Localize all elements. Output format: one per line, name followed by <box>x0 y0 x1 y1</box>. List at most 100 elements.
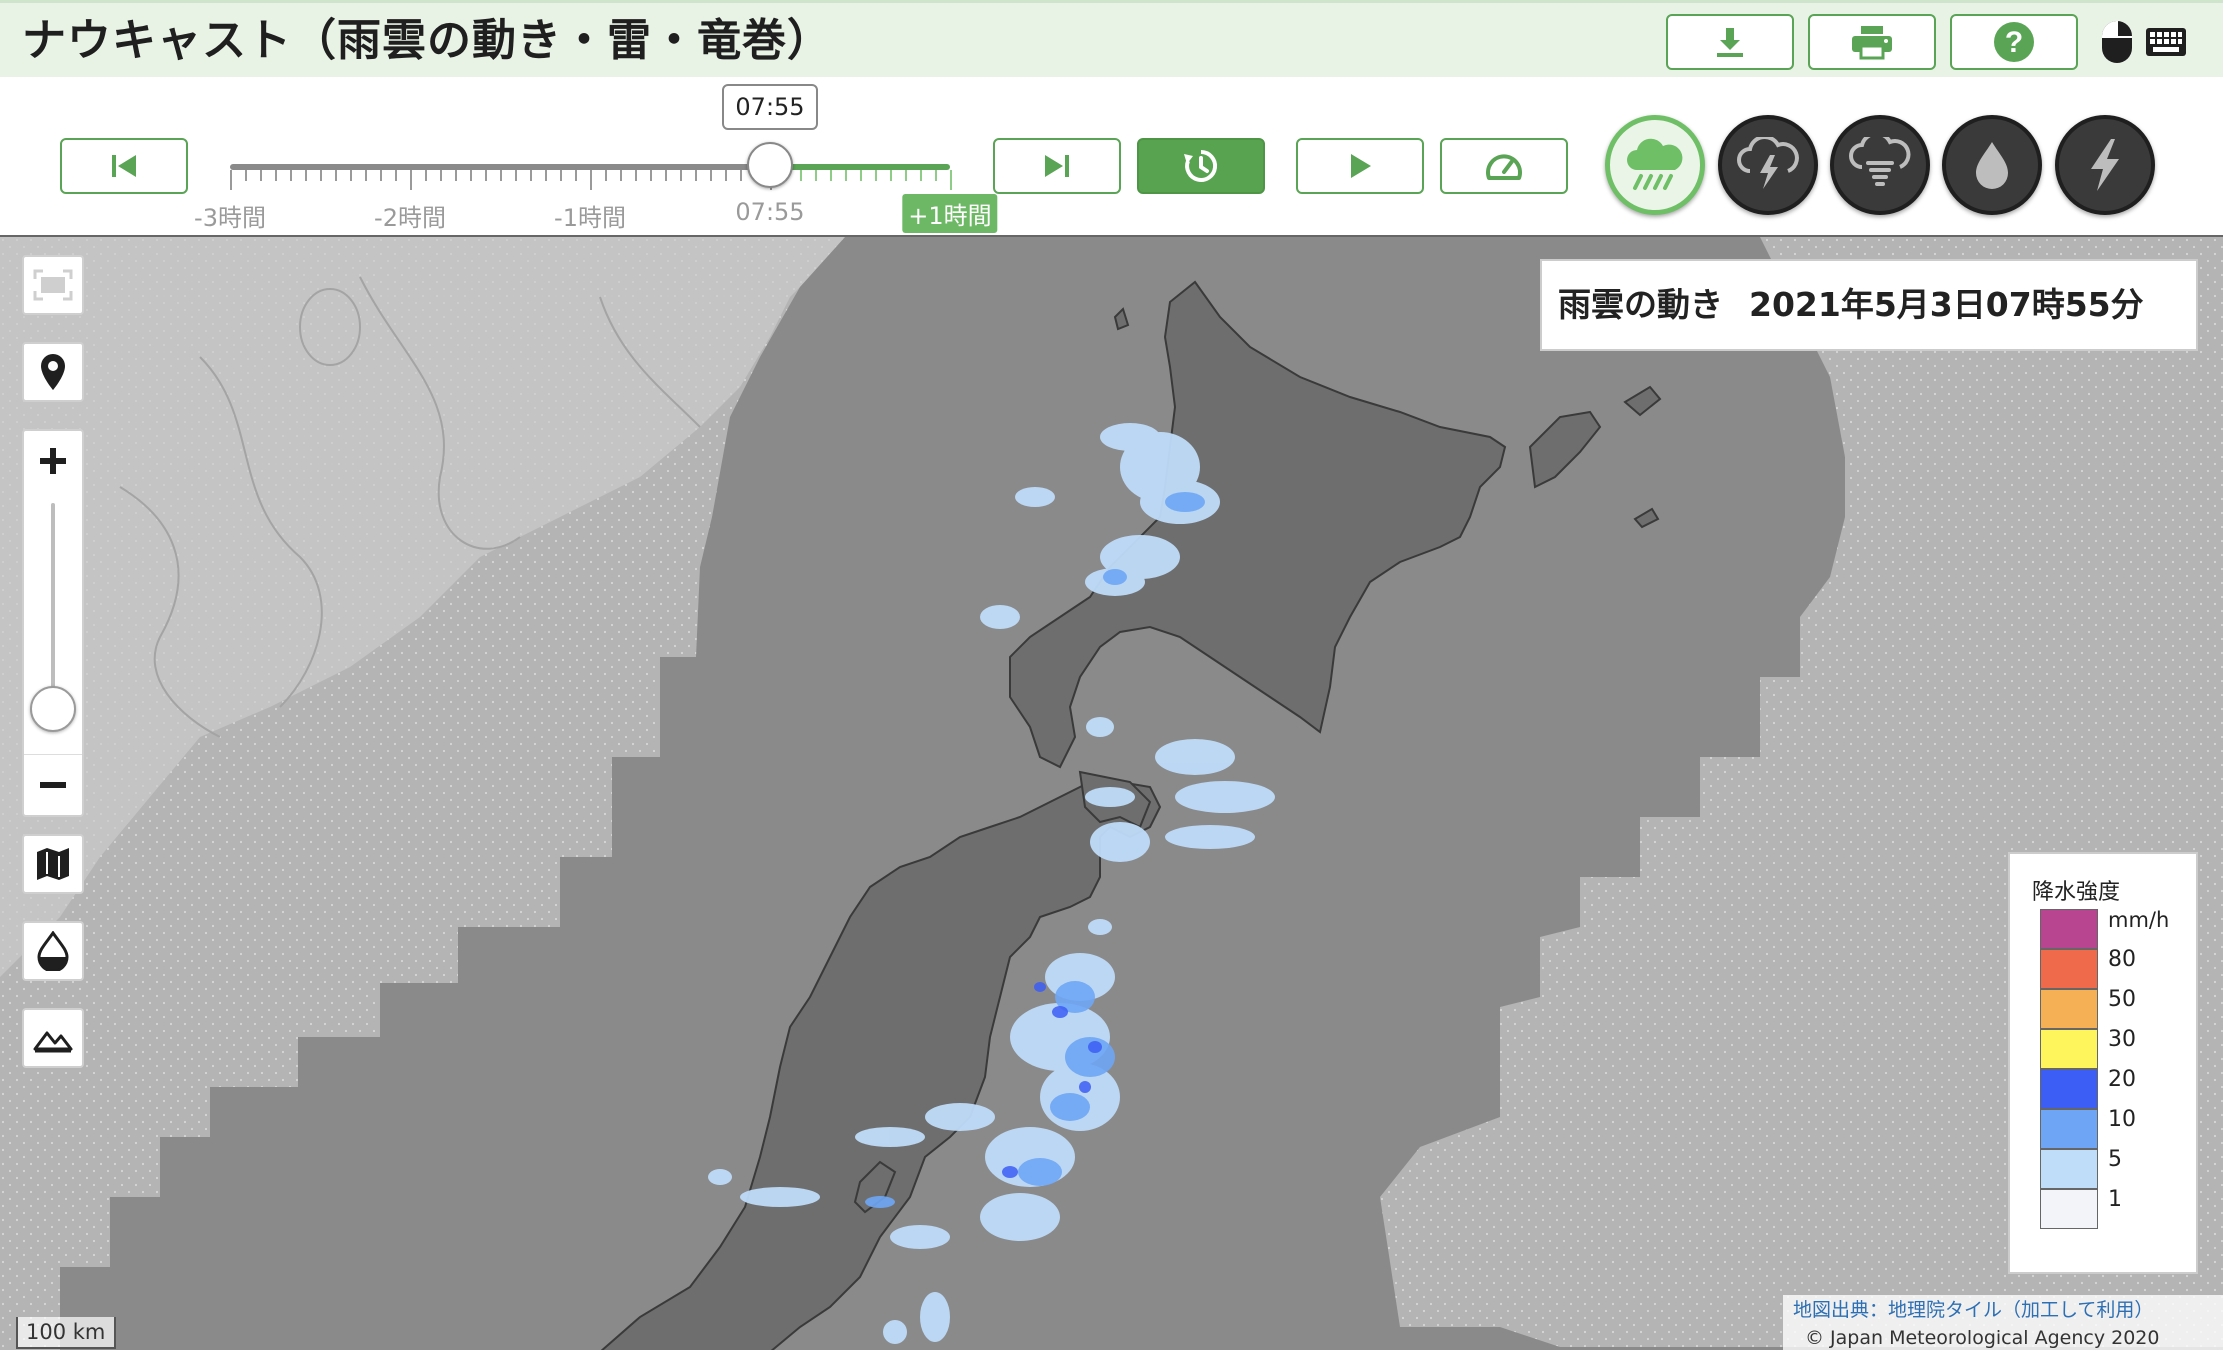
play-button[interactable] <box>1296 138 1424 194</box>
slider-tick <box>305 170 307 181</box>
slider-tick <box>860 170 862 181</box>
timeline-label: -2時間 <box>374 204 446 232</box>
slider-tick <box>680 170 682 181</box>
datetime-value: 2021年5月3日07時55分 <box>1749 285 2144 324</box>
slider-tick <box>380 170 382 181</box>
legend-label: 80 <box>2108 947 2136 972</box>
legend-swatch <box>2040 1029 2098 1069</box>
slider-tick <box>530 170 532 181</box>
thunder-cloud-icon <box>1737 137 1799 189</box>
zoom-in-button[interactable] <box>24 431 82 491</box>
attribution-source-link[interactable]: 地図出典：地理院タイル（加工して利用） <box>1793 1297 2153 1323</box>
zoom-out-button[interactable] <box>24 754 82 815</box>
header-bar: ナウキャスト（雨雲の動き・雷・竜巻） ? <box>0 0 2223 77</box>
mountain-icon <box>33 1031 73 1053</box>
layer-lightning-button[interactable] <box>2055 115 2155 215</box>
legend-label: 5 <box>2108 1147 2122 1172</box>
slider-tick <box>410 170 412 190</box>
layer-drop-button[interactable] <box>1942 115 2042 215</box>
legend-swatch <box>2040 989 2098 1029</box>
precipitation-legend: 降水強度 mm/h 80 50 30 20 10 5 1 <box>2008 852 2198 1274</box>
page-title: ナウキャスト（雨雲の動き・雷・竜巻） <box>22 15 832 66</box>
slider-tick <box>950 170 952 190</box>
legend-unit: mm/h <box>2108 908 2170 932</box>
slider-tick <box>920 170 922 181</box>
slider-tick <box>260 170 262 181</box>
legend-swatch <box>2040 1109 2098 1149</box>
zoom-slider-track[interactable] <box>51 503 55 703</box>
layer-tornado-button[interactable] <box>1830 115 1930 215</box>
tornado-cloud-icon <box>1849 137 1911 186</box>
layer-thunder-button[interactable] <box>1718 115 1818 215</box>
latest-button[interactable] <box>1137 138 1265 194</box>
legend-swatch <box>2040 1069 2098 1109</box>
slider-tick <box>620 170 622 181</box>
slider-tick <box>335 170 337 181</box>
current-time-tooltip: 07:55 <box>722 84 818 130</box>
slider-tick <box>740 170 742 181</box>
slider-tick <box>230 170 232 190</box>
slider-tick <box>830 170 832 181</box>
slider-tick <box>935 170 937 181</box>
first-frame-icon <box>112 155 136 177</box>
first-frame-button[interactable] <box>60 138 188 194</box>
slider-tick <box>275 170 277 181</box>
slider-thumb[interactable] <box>747 142 793 188</box>
slider-tick <box>890 170 892 181</box>
mouse-icon <box>2102 21 2132 63</box>
help-button[interactable]: ? <box>1950 14 2078 70</box>
basemap-button[interactable] <box>22 834 84 894</box>
timeline-label-future: +1時間 <box>902 194 998 233</box>
zoom-slider-handle[interactable] <box>30 686 76 732</box>
terrain-button[interactable] <box>22 1008 84 1068</box>
print-icon <box>1852 26 1892 60</box>
timeline-label: -1時間 <box>554 204 626 232</box>
legend-label: 50 <box>2108 987 2136 1012</box>
legend-title: 降水強度 <box>2032 880 2121 905</box>
plus-icon <box>40 448 66 474</box>
slider-tick <box>815 170 817 181</box>
slider-tick <box>290 170 292 181</box>
slider-tick <box>575 170 577 181</box>
slider-tick <box>485 170 487 181</box>
slider-tick <box>590 170 592 190</box>
slider-tick <box>635 170 637 181</box>
last-frame-icon <box>1045 155 1069 177</box>
water-drop-icon <box>37 931 69 971</box>
fullscreen-icon <box>33 269 73 301</box>
slider-tick <box>710 170 712 181</box>
svg-text:?: ? <box>2005 26 2023 59</box>
legend-label: 1 <box>2108 1187 2122 1212</box>
slider-tick <box>545 170 547 181</box>
legend-swatch <box>2040 1189 2098 1229</box>
play-icon <box>1351 154 1371 178</box>
print-button[interactable] <box>1808 14 1936 70</box>
last-frame-button[interactable] <box>993 138 1121 194</box>
speed-button[interactable] <box>1440 138 1568 194</box>
water-overlay-button[interactable] <box>22 921 84 981</box>
attribution-copyright: © Japan Meteorological Agency 2020 <box>1805 1327 2160 1349</box>
speed-icon <box>1486 154 1522 180</box>
drop-icon <box>1976 142 2008 189</box>
fullscreen-button[interactable] <box>22 255 84 315</box>
legend-label: 30 <box>2108 1027 2136 1052</box>
location-button[interactable] <box>22 342 84 402</box>
legend-swatch <box>2040 909 2098 949</box>
map-area[interactable]: 雨雲の動き 2021年5月3日07時55分 降水強度 mm/h 80 50 30 20 1… <box>0 235 2223 1350</box>
lightning-icon <box>2091 139 2119 191</box>
map-datetime-panel: 雨雲の動き 2021年5月3日07時55分 <box>1540 259 2198 351</box>
map-pin-icon <box>41 354 65 390</box>
legend-label: 10 <box>2108 1107 2136 1132</box>
slider-tick <box>800 170 802 181</box>
map-canvas <box>0 237 2223 1350</box>
help-icon: ? <box>1994 22 2034 62</box>
slider-tick <box>875 170 877 181</box>
slider-tick <box>440 170 442 181</box>
layer-rain-cloud-button[interactable] <box>1605 115 1705 215</box>
slider-tick <box>425 170 427 181</box>
keyboard-icon <box>2146 28 2186 56</box>
slider-tick <box>905 170 907 181</box>
legend-label: 20 <box>2108 1067 2136 1092</box>
slider-tick <box>395 170 397 181</box>
download-button[interactable] <box>1666 14 1794 70</box>
